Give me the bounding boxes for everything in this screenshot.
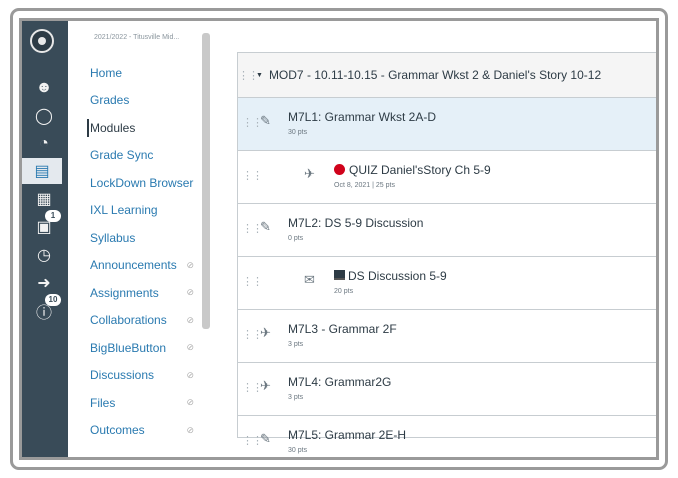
course-nav: 2021/2022 - Titusville Mid... Home Grade… [68,21,200,457]
drag-handle-icon[interactable]: ⋮⋮ [238,69,259,82]
drag-handle-icon[interactable]: ⋮⋮ [242,116,263,129]
drag-handle-icon[interactable]: ⋮⋮ [242,381,263,394]
item-meta: 3 pts [288,341,304,348]
nav-item-collaborations[interactable]: Collaborations ⊘ [68,307,200,335]
term-label: 2021/2022 - Titusville Mid... [94,34,180,41]
nav-item-grade-sync[interactable]: Grade Sync [68,142,200,170]
item-title: DS Discussion 5-9 [348,269,447,283]
item-meta: 30 pts [288,129,308,136]
nav-item-ixl-learning[interactable]: IXL Learning [68,197,200,225]
hidden-eye-icon: ⊘ [186,424,194,435]
screenshot-frame: ☻ ◯ ◔ ▤ ▦ ▣ 1 ◷ ➜ ⓘ 10 2021/2022 - Titusvi… [19,18,659,460]
drag-handle-icon[interactable]: ⋮⋮ [242,169,263,182]
module-title: MOD7 - 10.11-10.15 - Grammar Wkst 2 & Da… [268,68,602,82]
module-item[interactable]: ⋮⋮ ✈ QUIZ Daniel'sStory Ch 5-9 Oct 8, 20… [238,151,656,204]
nav-item-lockdown-browser[interactable]: LockDown Browser [68,169,200,197]
item-meta: Oct 8, 2021 | 25 pts [334,182,395,189]
laptop-icon [334,270,345,280]
global-nav: ☻ ◯ ◔ ▤ ▦ ▣ 1 ◷ ➜ ⓘ 10 [22,21,68,457]
discussion-icon: ✉ [304,272,315,287]
hidden-eye-icon: ⊘ [186,397,194,408]
nav-item-discussions[interactable]: Discussions ⊘ [68,362,200,390]
nav-item-announcements[interactable]: Announcements ⊘ [68,252,200,280]
item-title[interactable]: M7L4: Grammar2G [288,375,391,389]
item-title[interactable]: M7L3 - Grammar 2F [288,322,397,336]
quiz-icon: ✈ [304,166,315,181]
item-meta: 0 pts [288,235,304,242]
assignment-icon: ✎ [260,431,271,446]
module-item[interactable]: ⋮⋮ ✎ M7L2: DS 5-9 Discussion 0 pts [238,204,656,257]
item-title-row[interactable]: QUIZ Daniel'sStory Ch 5-9 [334,163,491,177]
nav-item-syllabus[interactable]: Syllabus [68,224,200,252]
item-meta: 30 pts [288,447,308,454]
canvas-logo[interactable] [30,29,54,53]
nav-item-outcomes[interactable]: Outcomes ⊘ [68,417,200,445]
module-header[interactable]: ⋮⋮ ▼ MOD7 - 10.11-10.15 - Grammar Wkst 2… [238,53,656,98]
history-icon[interactable]: ◷ [29,242,59,268]
item-meta: 3 pts [288,394,304,401]
nav-item-grades[interactable]: Grades [68,87,200,115]
inbox-badge: 1 [45,210,61,222]
courses-icon[interactable]: ▤ [22,158,62,184]
drag-handle-icon[interactable]: ⋮⋮ [242,328,263,341]
hidden-eye-icon: ⊘ [186,287,194,298]
calendar-icon[interactable]: ▦ [29,186,59,212]
help-badge: 10 [45,294,61,306]
module-item[interactable]: ⋮⋮ ✎ M7L5: Grammar 2E-H 30 pts [238,416,656,457]
item-title[interactable]: M7L2: DS 5-9 Discussion [288,216,423,230]
quiz-icon: ✈ [260,325,271,340]
nav-item-home[interactable]: Home [68,59,200,87]
nav-item-bigbluebutton[interactable]: BigBlueButton ⊘ [68,334,200,362]
help-icon[interactable]: ⓘ 10 [29,294,61,324]
dashboard-icon[interactable]: ◔ [29,131,59,157]
admin-icon[interactable]: ◯ [29,103,59,129]
nav-item-files[interactable]: Files ⊘ [68,389,200,417]
red-circle-icon [334,164,345,175]
module-item[interactable]: ⋮⋮ ✈ M7L4: Grammar2G 3 pts [238,363,656,416]
item-meta: 20 pts [334,288,354,295]
collapse-caret-icon[interactable]: ▼ [256,72,263,79]
assignment-icon: ✎ [260,113,271,128]
assignment-icon: ✎ [260,219,271,234]
module-item[interactable]: ⋮⋮ ✈ M7L3 - Grammar 2F 3 pts [238,310,656,363]
nav-item-assignments[interactable]: Assignments ⊘ [68,279,200,307]
account-icon[interactable]: ☻ [29,75,59,101]
drag-handle-icon[interactable]: ⋮⋮ [242,275,263,288]
hidden-eye-icon: ⊘ [186,369,194,380]
item-title: QUIZ Daniel'sStory Ch 5-9 [349,163,491,177]
logout-icon[interactable]: ➜ [29,270,59,296]
course-nav-scrollbar[interactable] [202,33,210,329]
drag-handle-icon[interactable]: ⋮⋮ [242,222,263,235]
quiz-icon: ✈ [260,378,271,393]
nav-item-modules[interactable]: Modules [68,114,200,142]
inbox-icon[interactable]: ▣ 1 [29,210,61,240]
module-item[interactable]: ⋮⋮ ✉ DS Discussion 5-9 20 pts [238,257,656,310]
drag-handle-icon[interactable]: ⋮⋮ [242,434,263,447]
hidden-eye-icon: ⊘ [186,259,194,270]
hidden-eye-icon: ⊘ [186,342,194,353]
item-title[interactable]: M7L1: Grammar Wkst 2A-D [288,110,436,124]
module-container: ⋮⋮ ▼ MOD7 - 10.11-10.15 - Grammar Wkst 2… [237,52,656,454]
module-item[interactable]: ⋮⋮ ✎ M7L1: Grammar Wkst 2A-D 30 pts [238,98,656,151]
item-title[interactable]: M7L5: Grammar 2E-H [288,428,406,442]
course-nav-list: Home Grades Modules Grade Sync LockDown … [68,59,200,444]
item-title-row[interactable]: DS Discussion 5-9 [334,269,447,283]
hidden-eye-icon: ⊘ [186,314,194,325]
